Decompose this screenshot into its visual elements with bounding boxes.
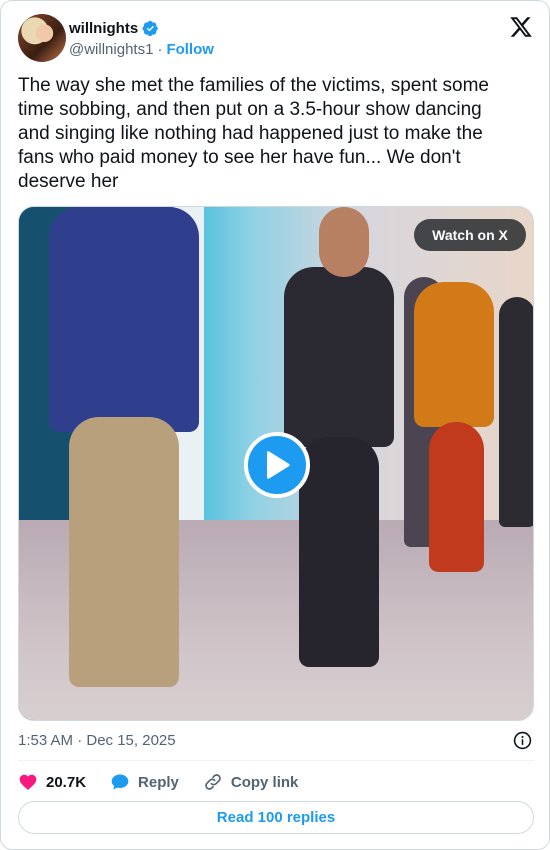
divider: [18, 760, 534, 761]
reply-button[interactable]: Reply: [110, 772, 179, 792]
x-logo-icon[interactable]: [509, 15, 533, 39]
action-bar: 20.7K Reply Copy link: [18, 771, 322, 793]
like-count: 20.7K: [46, 773, 87, 791]
tweet-text: The way she met the families of the vict…: [18, 75, 489, 192]
person-figure: [499, 297, 533, 527]
copy-link-label: Copy link: [230, 773, 299, 791]
tweet-card: willnights @willnights1 · Follow The way…: [0, 0, 550, 850]
author-name-row: willnights: [69, 18, 159, 38]
reply-bubble-icon: [111, 774, 129, 790]
follow-link[interactable]: Follow: [166, 41, 214, 58]
link-icon: [205, 774, 221, 790]
reply-label: Reply: [138, 773, 179, 791]
person-figure: [284, 267, 394, 447]
verified-badge-icon: [142, 20, 158, 36]
watch-on-x-button[interactable]: Watch on X: [414, 219, 526, 251]
copy-link-button[interactable]: Copy link: [203, 772, 299, 792]
read-replies-button[interactable]: Read 100 replies: [18, 801, 534, 834]
play-button[interactable]: [244, 432, 310, 498]
like-button[interactable]: 20.7K: [18, 772, 86, 792]
person-figure: [319, 207, 369, 277]
person-figure: [414, 282, 494, 427]
info-icon[interactable]: [513, 731, 532, 750]
person-figure: [69, 417, 179, 687]
tweet-timestamp[interactable]: 1:53 AM · Dec 15, 2025: [18, 732, 176, 749]
heart-icon: [19, 774, 37, 790]
avatar[interactable]: [18, 14, 66, 62]
person-figure: [49, 207, 199, 432]
play-icon: [267, 451, 290, 479]
author-handle[interactable]: @willnights1: [69, 41, 153, 58]
person-figure: [429, 422, 484, 572]
separator-dot: ·: [157, 41, 163, 58]
person-figure: [299, 437, 379, 667]
author-name[interactable]: willnights: [69, 20, 138, 37]
author-handle-row: @willnights1 · Follow: [69, 41, 214, 58]
video-media[interactable]: Watch on X: [18, 206, 534, 721]
